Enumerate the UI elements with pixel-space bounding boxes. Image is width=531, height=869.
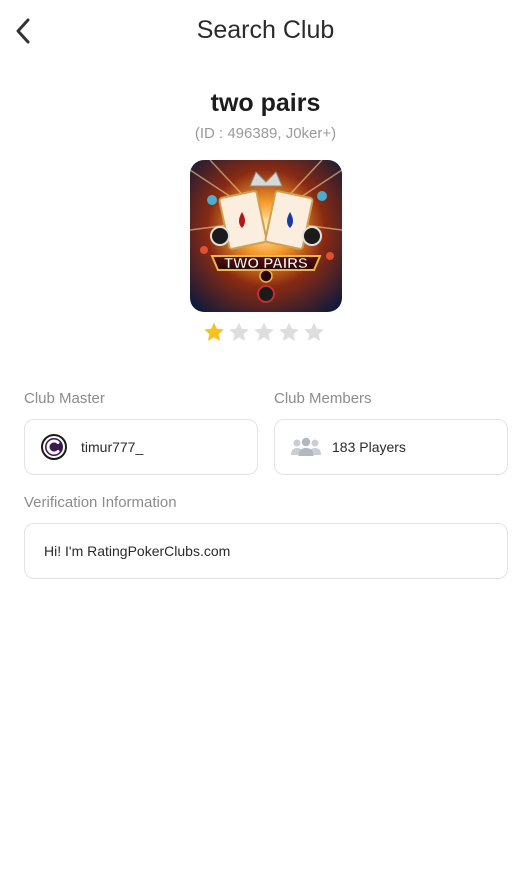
verification-info-label: Verification Information (24, 494, 177, 511)
star-empty-icon (304, 322, 324, 341)
page-title: Search Club (196, 16, 335, 44)
club-members-card[interactable]: 183 Players (274, 419, 508, 475)
club-members-count: 183 Players (332, 439, 406, 455)
club-master-label: Club Master (24, 390, 105, 407)
star-rating (203, 321, 325, 343)
members-icon (291, 437, 321, 456)
header-bar: Search Club (0, 0, 531, 64)
club-master-card[interactable]: timur777_ (24, 419, 258, 475)
club-id: (ID : 496389, J0ker+) (194, 125, 337, 142)
verification-info-card: Hi! I'm RatingPokerClubs.com (24, 523, 508, 579)
avatar-icon (41, 434, 67, 460)
club-members-label: Club Members (274, 390, 372, 407)
club-master-username: timur777_ (81, 439, 144, 455)
club-name: two pairs (210, 89, 321, 117)
star-empty-icon (254, 322, 274, 341)
star-empty-icon (229, 322, 249, 341)
club-logo-image: TWO PAIRS (190, 160, 342, 312)
verification-info-text: Hi! I'm RatingPokerClubs.com (44, 543, 231, 559)
star-empty-icon (279, 322, 299, 341)
star-filled-icon (204, 322, 224, 341)
